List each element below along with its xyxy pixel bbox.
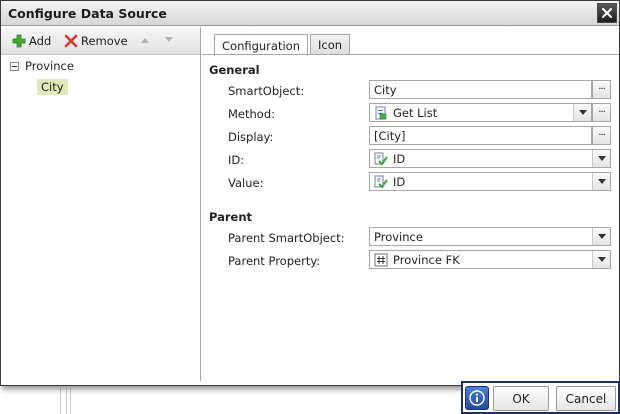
value-select[interactable]: ID <box>369 172 611 191</box>
tab-icon[interactable]: Icon <box>310 34 351 55</box>
chevron-down-icon <box>597 234 606 239</box>
cancel-button[interactable]: Cancel <box>556 386 616 411</box>
property-check-icon <box>374 152 388 166</box>
parent-property-value: Province FK <box>393 252 460 267</box>
chevron-down-icon <box>597 179 606 184</box>
value-label: Value: <box>228 176 264 190</box>
id-dropdown-button[interactable] <box>592 150 610 167</box>
close-button[interactable] <box>597 3 617 23</box>
method-label: Method: <box>228 107 276 121</box>
tree-pane: Add Remove Province City <box>1 27 201 381</box>
configure-data-source-dialog: Configure Data Source Add Remove Provinc… <box>0 0 620 386</box>
smartobject-browse-button[interactable]: ... <box>592 80 611 99</box>
display-value: [City] <box>374 128 406 143</box>
plus-icon <box>12 34 26 48</box>
remove-x-icon <box>64 34 78 48</box>
move-up-button[interactable] <box>138 33 152 47</box>
tab-configuration[interactable]: Configuration <box>214 34 308 56</box>
number-field-icon <box>374 253 388 266</box>
display-label: Display: <box>228 130 274 144</box>
info-icon <box>469 390 485 406</box>
method-browse-button[interactable]: ... <box>592 103 611 122</box>
general-heading: General <box>209 63 260 77</box>
chevron-down-icon <box>597 156 606 161</box>
properties-pane: Configuration Icon General SmartObject: … <box>202 27 619 381</box>
method-dropdown-button[interactable] <box>573 104 591 121</box>
parent-property-dropdown-button[interactable] <box>592 251 610 268</box>
dialog-footer: OK Cancel <box>461 381 620 414</box>
remove-button[interactable]: Remove <box>64 32 128 50</box>
value-value: ID <box>393 174 406 189</box>
method-select[interactable]: Get List <box>369 103 592 122</box>
id-value: ID <box>393 151 406 166</box>
add-label: Add <box>29 34 52 48</box>
chevron-down-icon <box>597 257 606 262</box>
collapse-icon[interactable] <box>10 61 19 71</box>
method-value: Get List <box>393 105 438 120</box>
triangle-down-icon <box>165 37 173 42</box>
tree-node-city[interactable]: City <box>37 78 68 96</box>
smartobject-field[interactable]: City <box>369 80 592 99</box>
id-label: ID: <box>228 153 245 167</box>
parent-smartobject-label: Parent SmartObject: <box>228 231 345 245</box>
parent-smartobject-dropdown-button[interactable] <box>592 228 610 245</box>
id-select[interactable]: ID <box>369 149 611 168</box>
display-field[interactable]: [City] <box>369 126 592 145</box>
tab-divider <box>202 54 619 55</box>
smartobject-label: SmartObject: <box>228 84 305 98</box>
ok-button[interactable]: OK <box>493 386 549 411</box>
list-method-icon <box>375 106 387 119</box>
tree-node-label: Province <box>25 59 74 73</box>
tree-node-province[interactable]: Province <box>10 57 74 75</box>
parent-smartobject-value: Province <box>374 229 423 244</box>
smartobject-value: City <box>374 82 397 97</box>
add-button[interactable]: Add <box>12 32 51 50</box>
tab-strip: Configuration Icon <box>214 34 351 56</box>
tree-toolbar: Add Remove <box>1 27 200 55</box>
property-check-icon <box>374 175 388 189</box>
parent-property-label: Parent Property: <box>228 254 321 268</box>
chevron-down-icon <box>578 110 587 115</box>
parent-heading: Parent <box>209 210 253 224</box>
title-bar: Configure Data Source <box>1 1 619 26</box>
dialog-title: Configure Data Source <box>8 6 167 21</box>
parent-property-select[interactable]: Province FK <box>369 250 611 269</box>
value-dropdown-button[interactable] <box>592 173 610 190</box>
triangle-up-icon <box>141 38 149 43</box>
display-browse-button[interactable]: ... <box>592 126 611 145</box>
move-down-button[interactable] <box>162 33 176 47</box>
help-button[interactable] <box>465 386 489 410</box>
close-icon <box>602 8 612 18</box>
tree-node-label: City <box>37 79 68 95</box>
remove-label: Remove <box>81 34 128 48</box>
parent-smartobject-select[interactable]: Province <box>369 227 611 246</box>
